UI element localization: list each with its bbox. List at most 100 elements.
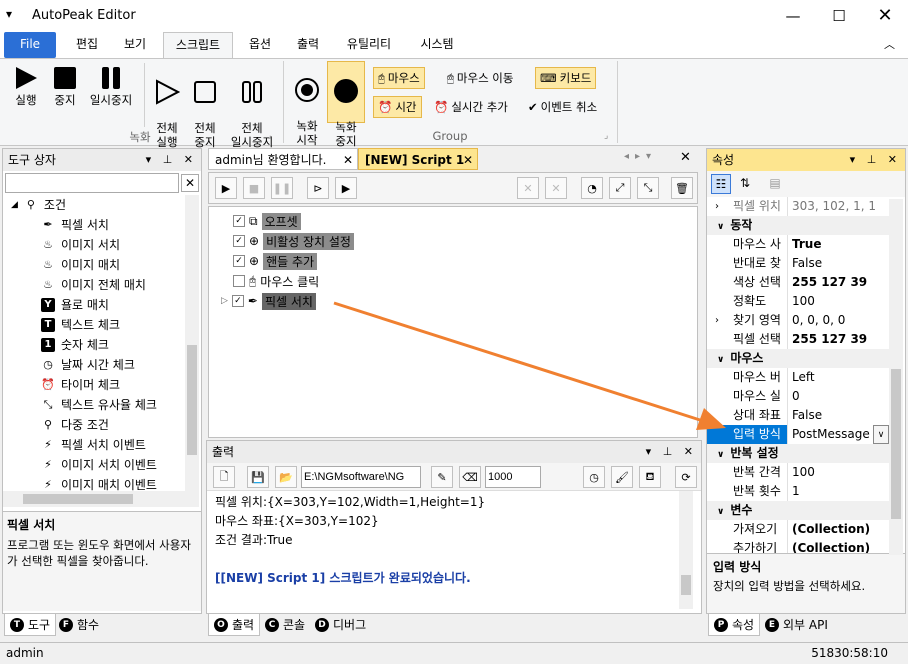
- fill-bucket-icon[interactable]: ⛾: [639, 466, 661, 488]
- close-doc-icon[interactable]: ✕: [680, 150, 691, 165]
- property-row[interactable]: 반복 간격 100: [707, 463, 889, 482]
- tree-item-pixel-search[interactable]: ✒ 픽셀 서치: [11, 215, 201, 235]
- collapse-arrow-icon[interactable]: ∨: [717, 507, 724, 517]
- property-row[interactable]: 추가하기 (Collection): [707, 539, 889, 553]
- close-tab-icon[interactable]: ✕: [463, 149, 473, 171]
- property-row[interactable]: 마우스 버 Left: [707, 368, 889, 387]
- maximize-icon[interactable]: ☐: [816, 0, 862, 32]
- keyboard-toggle-button[interactable]: ⌨ 키보드: [535, 67, 597, 89]
- remove-all-icon[interactable]: ✕: [545, 177, 567, 199]
- group-launcher-icon[interactable]: ⌟: [267, 131, 271, 141]
- tab-utility[interactable]: 유틸리티: [334, 32, 404, 58]
- tab-view[interactable]: 보기: [112, 32, 158, 58]
- step-play-icon[interactable]: ⊳: [307, 177, 329, 199]
- tab-properties[interactable]: P 속성: [708, 614, 761, 636]
- toolbox-search-input[interactable]: [5, 173, 179, 193]
- property-category[interactable]: ∨ 변수: [707, 501, 889, 520]
- property-row[interactable]: 색상 선택 255 127 39: [707, 273, 889, 292]
- tree-item-text-check[interactable]: T 텍스트 체크: [11, 315, 201, 335]
- panel-header-icons[interactable]: ▾ ⊥ ✕: [146, 149, 197, 171]
- panel-header-icons[interactable]: ▾ ⊥ ✕: [646, 441, 697, 463]
- tab-tools[interactable]: T 도구: [4, 614, 57, 636]
- categorized-icon[interactable]: ☷: [711, 174, 731, 194]
- stop-icon[interactable]: ■: [243, 177, 265, 199]
- clock-icon[interactable]: ◷: [583, 466, 605, 488]
- panel-header-icons[interactable]: ▾ ⊥ ✕: [850, 149, 901, 171]
- stop-button[interactable]: 중지: [46, 63, 84, 107]
- property-row[interactable]: 마우스 사 True: [707, 235, 889, 254]
- tab-output[interactable]: O 출력: [208, 614, 261, 636]
- record-start-button[interactable]: 녹화 시작: [288, 61, 326, 161]
- open-folder-icon[interactable]: 📂: [275, 466, 297, 488]
- script-item-mouse-click[interactable]: 🖰 마우스 클릭: [233, 271, 319, 291]
- property-row[interactable]: 반대로 찾 False: [707, 254, 889, 273]
- expand-arrow-icon[interactable]: ▷: [221, 296, 228, 306]
- tab-system[interactable]: 시스템: [408, 32, 466, 58]
- tree-item-text-similarity[interactable]: ⤡ 텍스트 유사율 체크: [11, 395, 201, 415]
- expand-icon[interactable]: ⤢: [609, 177, 631, 199]
- tab-console[interactable]: C 콘솔: [260, 614, 310, 636]
- tree-item-image-full-match[interactable]: ♨ 이미지 전체 매치: [11, 275, 201, 295]
- vertical-scrollbar[interactable]: [889, 199, 903, 555]
- property-category[interactable]: ∨ 마우스: [707, 349, 889, 368]
- remove-icon[interactable]: ✕: [517, 177, 539, 199]
- clear-search-icon[interactable]: ✕: [181, 174, 199, 192]
- play-box-icon[interactable]: ▶: [335, 177, 357, 199]
- tab-edit[interactable]: 편집: [62, 32, 112, 58]
- property-row[interactable]: › 픽셀 위치 303, 102, 1, 1: [707, 197, 889, 216]
- tab-output[interactable]: 출력: [284, 32, 332, 58]
- property-pages-icon[interactable]: ▤: [765, 174, 785, 194]
- time-toggle-button[interactable]: ⏰ 시간: [373, 96, 422, 118]
- tree-item-image-match[interactable]: ♨ 이미지 매치: [11, 255, 201, 275]
- dropdown-arrow-icon[interactable]: ∨: [873, 425, 889, 444]
- tree-item-yolo-match[interactable]: Y 욜로 매치: [11, 295, 201, 315]
- checkbox[interactable]: [233, 275, 245, 287]
- script-item-pixel-search[interactable]: ▷ ✓ ✒ 픽셀 서치: [221, 291, 316, 311]
- collapse-arrow-icon[interactable]: ∨: [717, 222, 724, 232]
- collapse-arrow-icon[interactable]: ∨: [717, 450, 724, 460]
- delete-icon[interactable]: 🗑: [671, 177, 693, 199]
- property-value[interactable]: PostMessage: [787, 425, 873, 444]
- run-button[interactable]: 실행: [6, 63, 46, 107]
- tree-root[interactable]: ◢ ⚲ 조건: [11, 195, 201, 215]
- mouse-toggle-button[interactable]: 🖰 마우스: [373, 67, 425, 89]
- close-icon[interactable]: ✕: [862, 0, 908, 32]
- save-icon[interactable]: 💾: [247, 466, 269, 488]
- script-item-offset[interactable]: ✓ ⧉ 오프셋: [233, 211, 301, 231]
- record-stop-button[interactable]: 녹화 중지: [327, 61, 365, 148]
- refresh-icon[interactable]: ⟳: [675, 466, 697, 488]
- tab-debug[interactable]: D 디버그: [310, 614, 371, 636]
- brush-icon[interactable]: 🖌: [611, 466, 633, 488]
- timer-icon[interactable]: ◔: [581, 177, 603, 199]
- checkbox[interactable]: ✓: [231, 295, 244, 307]
- expand-arrow-icon[interactable]: ›: [715, 311, 719, 330]
- property-row[interactable]: › 찾기 영역 0, 0, 0, 0: [707, 311, 889, 330]
- mouse-move-button[interactable]: 🖱 마우스 이동: [443, 67, 517, 89]
- minimize-icon[interactable]: —: [770, 0, 816, 32]
- tree-item-multi-condition[interactable]: ⚲ 다중 조건: [11, 415, 201, 435]
- group-launcher-icon[interactable]: ⌟: [604, 131, 608, 141]
- vertical-scrollbar[interactable]: [679, 491, 693, 609]
- doc-nav-icons[interactable]: ◂▸▾: [624, 151, 657, 162]
- tab-external-api[interactable]: E 외부 API: [760, 614, 833, 636]
- tab-options[interactable]: 옵션: [236, 32, 284, 58]
- collapse-arrow-icon[interactable]: ∨: [717, 355, 724, 365]
- property-row[interactable]: 반복 횟수 1: [707, 482, 889, 501]
- cancel-event-button[interactable]: ✔ 이벤트 취소: [524, 96, 601, 118]
- eraser-icon[interactable]: ⌫: [459, 466, 481, 488]
- system-menu-icon[interactable]: ▾: [6, 7, 12, 21]
- property-row[interactable]: 상대 좌표 False: [707, 406, 889, 425]
- close-tab-icon[interactable]: ✕: [343, 149, 353, 171]
- expand-icon[interactable]: ◢: [11, 195, 18, 215]
- new-file-icon[interactable]: 🗋: [213, 466, 235, 488]
- expand-arrow-icon[interactable]: ›: [715, 197, 719, 216]
- property-row[interactable]: 입력 방식 PostMessage ∨: [707, 425, 889, 444]
- property-category[interactable]: ∨ 반복 설정: [707, 444, 889, 463]
- doc-tab-script[interactable]: [NEW] Script 1 ✕: [358, 148, 478, 170]
- checkbox[interactable]: ✓: [233, 215, 245, 227]
- property-row[interactable]: 정확도 100: [707, 292, 889, 311]
- tab-script[interactable]: 스크립트: [163, 32, 233, 58]
- alphabetical-icon[interactable]: ⇅: [735, 174, 755, 194]
- doc-tab-welcome[interactable]: admin님 환영합니다. ✕: [208, 148, 358, 170]
- pause-button[interactable]: 일시중지: [84, 63, 138, 107]
